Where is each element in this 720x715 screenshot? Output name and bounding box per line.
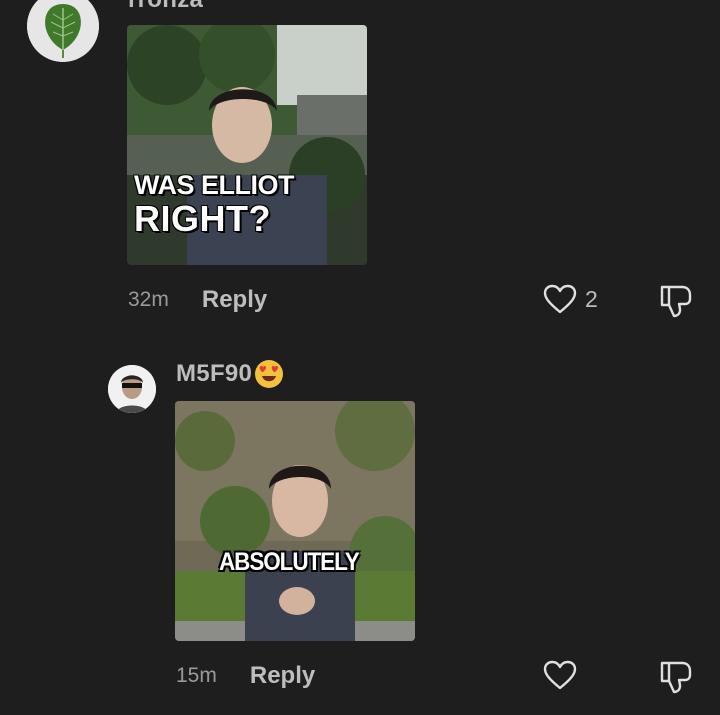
reply-button[interactable]: Reply <box>250 662 315 690</box>
heart-eyes-emoji-icon <box>255 360 284 388</box>
comment-meta: 15m Reply <box>176 662 315 690</box>
comment-photo <box>175 401 415 641</box>
username[interactable]: rronza <box>128 0 203 14</box>
thumbs-down-icon <box>660 661 692 694</box>
username[interactable]: M5F90 <box>176 360 252 388</box>
username-row[interactable]: M5F90 <box>176 359 284 389</box>
avatar[interactable] <box>108 365 156 413</box>
comments-thread: rronza WAS ELLIOT RIGHT? 32m Reply 2 <box>0 0 720 715</box>
reply-button[interactable]: Reply <box>202 286 267 314</box>
like-count: 2 <box>585 285 598 312</box>
leaf-icon <box>27 0 99 62</box>
image-caption: WAS ELLIOT RIGHT? <box>134 170 295 239</box>
comment-image[interactable]: WAS ELLIOT RIGHT? <box>127 25 367 265</box>
dislike-button[interactable] <box>658 283 694 324</box>
like-button[interactable] <box>543 660 585 690</box>
timestamp: 15m <box>176 664 217 687</box>
dislike-button[interactable] <box>658 659 694 700</box>
person-photo <box>108 365 156 413</box>
like-button[interactable]: 2 <box>543 284 598 314</box>
comment-meta: 32m Reply <box>128 286 267 314</box>
comment-image[interactable]: ABSOLUTELY <box>175 401 415 641</box>
heart-icon <box>543 660 577 690</box>
image-caption: ABSOLUTELY <box>219 548 360 576</box>
timestamp: 32m <box>128 288 169 311</box>
heart-icon <box>543 284 577 314</box>
thumbs-down-icon <box>660 285 692 318</box>
avatar[interactable] <box>27 0 99 62</box>
